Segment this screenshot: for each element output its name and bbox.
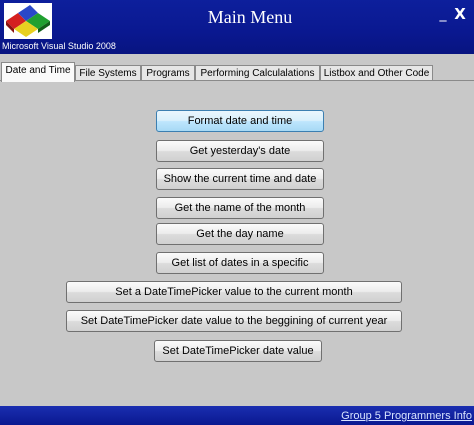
group-programmers-info-link[interactable]: Group 5 Programmers Info [341, 409, 472, 424]
tab-strip: Date and Time File Systems Programs Perf… [0, 59, 474, 82]
set-datetimepicker-date-value-button[interactable]: Set DateTimePicker date value [154, 340, 322, 362]
get-name-of-month-button[interactable]: Get the name of the month [156, 197, 324, 219]
close-button[interactable]: X [452, 4, 468, 24]
logo-caption: Microsoft Visual Studio 2008 [2, 41, 116, 51]
main-menu-window: Microsoft Visual Studio 2008 Main Menu _… [0, 0, 474, 425]
date-and-time-tab-page: Format date and time Get yesterday's dat… [0, 80, 474, 406]
show-current-time-and-date-button[interactable]: Show the current time and date [156, 168, 324, 190]
title-bar[interactable]: Microsoft Visual Studio 2008 Main Menu _… [0, 0, 474, 54]
window-title: Main Menu [207, 7, 293, 27]
get-day-name-button[interactable]: Get the day name [156, 223, 324, 245]
format-date-and-time-button[interactable]: Format date and time [156, 110, 324, 132]
minimize-button[interactable]: _ [436, 4, 450, 24]
get-list-of-dates-button[interactable]: Get list of dates in a specific [156, 252, 324, 274]
tab-date-and-time[interactable]: Date and Time [1, 62, 75, 82]
get-yesterdays-date-button[interactable]: Get yesterday's date [156, 140, 324, 162]
status-bar: Group 5 Programmers Info [0, 406, 474, 425]
set-datetimepicker-beginning-of-year-button[interactable]: Set DateTimePicker date value to the beg… [66, 310, 402, 332]
set-datetimepicker-current-month-button[interactable]: Set a DateTimePicker value to the curren… [66, 281, 402, 303]
